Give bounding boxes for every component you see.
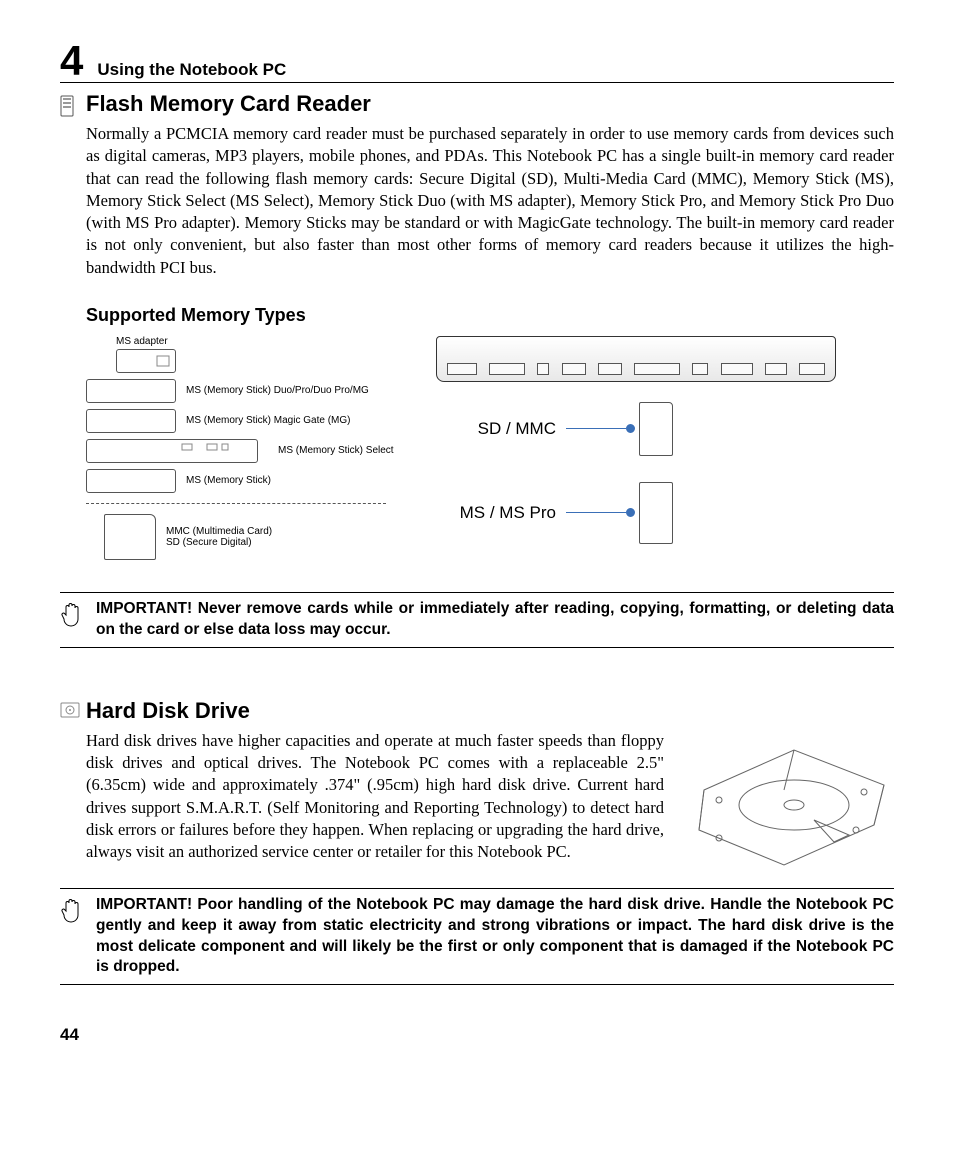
card-reader-icon: [60, 91, 86, 117]
card-row: MMC (Multimedia Card) SD (Secure Digital…: [86, 514, 406, 560]
ms-mg-card-icon: [86, 409, 176, 433]
section2-body: Hard disk drives have higher capacities …: [86, 730, 664, 870]
sd-slot-card-icon: [639, 402, 673, 456]
chapter-header: 4 Using the Notebook PC: [60, 40, 894, 83]
ms-slot-row: MS / MS Pro: [436, 482, 836, 544]
card-label: MS (Memory Stick) Duo/Pro/Duo Pro/MG: [186, 385, 369, 396]
card-row: MS (Memory Stick): [86, 469, 406, 493]
ms-slot-label: MS / MS Pro: [436, 503, 556, 523]
ms-slot-card-icon: [639, 482, 673, 544]
card-label: MS (Memory Stick) Magic Gate (MG): [186, 415, 350, 426]
hand-stop-icon: [60, 895, 96, 979]
dashed-divider: [86, 503, 386, 504]
chapter-title: Using the Notebook PC: [97, 60, 286, 80]
card-label: MS (Memory Stick): [186, 475, 271, 486]
ms-adapter-label: MS adapter: [116, 336, 406, 347]
section-hdd: Hard Disk Drive: [60, 698, 894, 724]
card-row: [86, 349, 406, 373]
ms-duo-card-icon: [116, 349, 176, 373]
card-row: MS (Memory Stick) Duo/Pro/Duo Pro/MG: [86, 379, 406, 403]
important-text: IMPORTANT! Poor handling of the Notebook…: [96, 895, 894, 979]
sd-card-icon: [104, 514, 156, 560]
card-row: MS (Memory Stick) Select: [86, 439, 406, 463]
section-heading: Flash Memory Card Reader: [86, 91, 371, 117]
subheading-supported-types: Supported Memory Types: [86, 305, 894, 326]
important-notice: IMPORTANT! Poor handling of the Notebook…: [60, 888, 894, 986]
important-text: IMPORTANT! Never remove cards while or i…: [96, 599, 894, 641]
hdd-figure: [684, 730, 894, 870]
section-heading: Hard Disk Drive: [86, 698, 250, 724]
card-label: MMC (Multimedia Card) SD (Secure Digital…: [166, 526, 272, 548]
sd-slot-label: SD / MMC: [436, 419, 556, 439]
hdd-section-icon: [60, 698, 86, 718]
laptop-side-view-icon: [436, 336, 836, 382]
section1-body: Normally a PCMCIA memory card reader mus…: [86, 123, 894, 279]
section-flash-reader: Flash Memory Card Reader: [60, 91, 894, 117]
card-row: MS (Memory Stick) Magic Gate (MG): [86, 409, 406, 433]
ms-select-card-icon: [86, 439, 258, 463]
ms-std-card-icon: [86, 469, 176, 493]
page-number: 44: [60, 1025, 894, 1045]
hand-stop-icon: [60, 599, 96, 641]
laptop-side-diagram: SD / MMC MS / MS Pro: [436, 336, 836, 570]
important-notice: IMPORTANT! Never remove cards while or i…: [60, 592, 894, 648]
chapter-number: 4: [60, 40, 83, 82]
memory-types-diagram: MS adapter MS (Memory Stick) Duo/Pro/Duo…: [86, 336, 894, 570]
card-label: MS (Memory Stick) Select: [278, 445, 394, 456]
sd-slot-row: SD / MMC: [436, 402, 836, 456]
ms-card-icon: [86, 379, 176, 403]
card-list-diagram: MS adapter MS (Memory Stick) Duo/Pro/Duo…: [86, 336, 406, 570]
